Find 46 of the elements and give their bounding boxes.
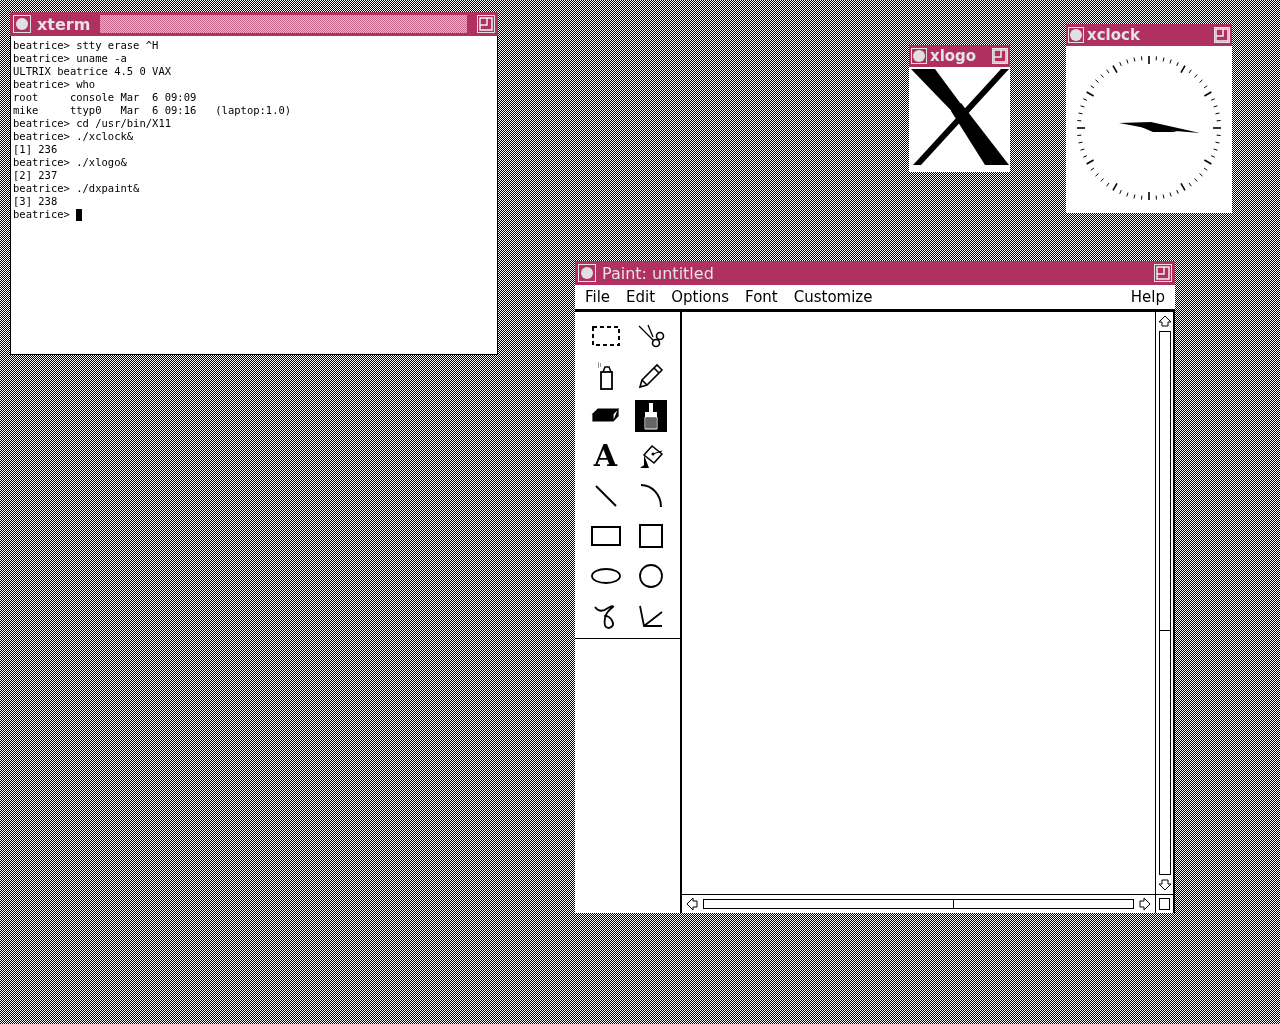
- close-button[interactable]: [1068, 27, 1084, 43]
- terminal-line: beatrice> ./xclock&: [13, 130, 135, 143]
- menu-item[interactable]: File: [585, 288, 611, 306]
- maximize-button[interactable]: [992, 48, 1008, 64]
- down-arrow-icon: [1157, 878, 1172, 892]
- terminal-prompt: beatrice>: [13, 208, 71, 221]
- terminal-line: beatrice> uname -a: [13, 52, 128, 65]
- terminal-line: beatrice> ./xlogo&: [13, 156, 128, 169]
- menu-item[interactable]: Customize: [793, 288, 873, 306]
- window-title: xclock: [1087, 26, 1140, 44]
- menu-item[interactable]: Help: [1130, 288, 1165, 306]
- terminal-line: ULTRIX beatrice 4.5 0 VAX: [13, 65, 173, 78]
- window-title: xlogo: [930, 47, 977, 65]
- menu-item[interactable]: Edit: [626, 288, 656, 306]
- spray-can-icon: [595, 361, 616, 391]
- square-icon: [638, 524, 663, 548]
- selection-icon: [590, 325, 621, 347]
- cursor-icon: [76, 208, 83, 221]
- terminal-line: beatrice> ./dxpaint&: [13, 182, 141, 195]
- close-button[interactable]: [578, 264, 596, 282]
- text-tool-glyph: A: [593, 441, 618, 471]
- ellipse-icon: [589, 567, 622, 585]
- close-button[interactable]: [911, 48, 927, 64]
- left-arrow-icon: [685, 897, 699, 911]
- terminal-line: beatrice> cd /usr/bin/X11: [13, 117, 173, 130]
- window-title: Paint: untitled: [602, 263, 714, 283]
- menu-item[interactable]: Font: [745, 288, 778, 306]
- right-arrow-icon: [1138, 897, 1152, 911]
- terminal-line: beatrice> stty erase ^H: [13, 39, 160, 52]
- rectangle-icon: [590, 526, 621, 546]
- terminal-line: beatrice> who: [13, 78, 97, 91]
- terminal-line: [2] 237: [13, 169, 59, 182]
- polyline-icon: [636, 603, 665, 629]
- maximize-button[interactable]: [1214, 27, 1230, 43]
- maximize-button[interactable]: [1154, 264, 1172, 282]
- line-icon: [592, 483, 619, 509]
- terminal-line: mike ttyp0 Mar 6 09:16 (laptop:1.0): [13, 104, 293, 117]
- maximize-button[interactable]: [477, 15, 495, 33]
- terminal-line: [1] 236: [13, 143, 59, 156]
- terminal-line: [3] 238: [13, 195, 59, 208]
- terminal-line: root console Mar 6 09:09: [13, 91, 198, 104]
- menu-item[interactable]: Options: [671, 288, 730, 306]
- circle-icon: [637, 563, 664, 589]
- vertical-scrollbar[interactable]: [1155, 312, 1173, 894]
- close-button[interactable]: [13, 15, 31, 33]
- window-title: xterm: [37, 14, 91, 34]
